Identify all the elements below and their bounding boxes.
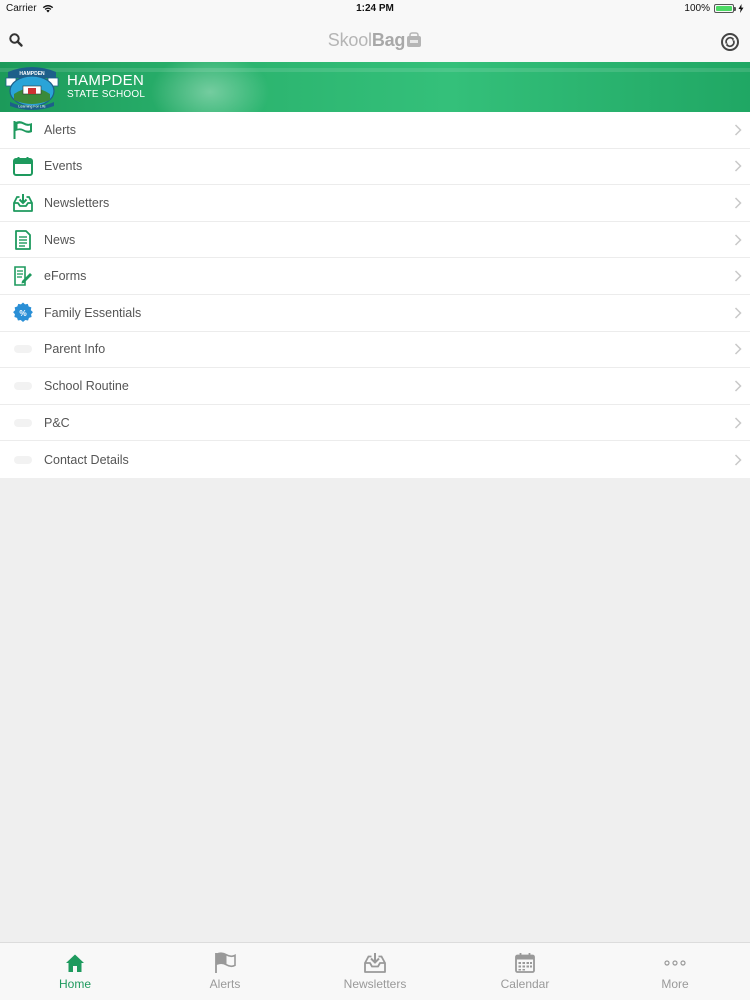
menu-item-family-essentials[interactable]: % Family Essentials <box>0 295 750 332</box>
brand-text-bag: Bag <box>371 30 406 50</box>
flag-icon <box>213 952 237 974</box>
nav-bar: SkoolBag <box>0 18 750 62</box>
menu-label: Events <box>44 159 83 174</box>
tab-label: Home <box>58 977 91 991</box>
tab-label: Newsletters <box>343 977 407 991</box>
flag-icon <box>12 119 34 141</box>
calendar-icon <box>12 155 34 177</box>
menu-label: Family Essentials <box>44 305 142 320</box>
chevron-right-icon <box>734 270 742 282</box>
bottom-tab-bar: Home Alerts Newsletters Calendar More <box>0 942 750 1000</box>
inbox-download-icon <box>12 192 34 214</box>
placeholder-icon <box>12 412 34 434</box>
menu-label: P&C <box>44 415 70 430</box>
placeholder-icon <box>12 375 34 397</box>
menu-item-p-and-c[interactable]: P&C <box>0 405 750 442</box>
skoolbag-logo: SkoolBag <box>0 30 750 51</box>
schoolbag-icon <box>407 32 422 47</box>
tab-home[interactable]: Home <box>0 943 150 1000</box>
menu-label: Contact Details <box>44 452 129 467</box>
menu-item-parent-info[interactable]: Parent Info <box>0 332 750 369</box>
menu-item-events[interactable]: Events <box>0 149 750 186</box>
app-screen: Carrier 1:24 PM 100% SkoolBag HAMPDEN Le… <box>0 0 750 1000</box>
battery-percent: 100% <box>684 3 710 14</box>
home-icon <box>63 952 87 974</box>
tab-more[interactable]: More <box>600 943 750 1000</box>
menu-item-newsletters[interactable]: Newsletters <box>0 185 750 222</box>
inbox-download-icon <box>363 952 387 974</box>
school-type: STATE SCHOOL <box>67 89 146 100</box>
placeholder-icon <box>12 449 34 471</box>
menu-label: Newsletters <box>44 195 110 210</box>
school-banner: HAMPDEN Learning For Life HAMPDEN STATE … <box>0 62 750 112</box>
tab-calendar[interactable]: Calendar <box>450 943 600 1000</box>
chevron-right-icon <box>734 343 742 355</box>
battery-fill <box>716 6 732 11</box>
tab-label: Alerts <box>209 977 241 991</box>
chevron-right-icon <box>734 124 742 136</box>
status-right: 100% <box>684 3 744 14</box>
chevron-right-icon <box>734 454 742 466</box>
percent-badge-icon: % <box>12 302 34 324</box>
banner-glow <box>150 62 270 112</box>
battery-icon <box>714 4 736 13</box>
chevron-right-icon <box>734 160 742 172</box>
menu-item-school-routine[interactable]: School Routine <box>0 368 750 405</box>
chevron-right-icon <box>734 234 742 246</box>
charging-bolt-icon <box>738 4 744 13</box>
chevron-right-icon <box>734 417 742 429</box>
menu-label: Parent Info <box>44 342 106 357</box>
tab-label: More <box>661 977 689 991</box>
document-icon <box>12 229 34 251</box>
menu-item-news[interactable]: News <box>0 222 750 259</box>
placeholder-icon <box>12 338 34 360</box>
status-time: 1:24 PM <box>356 3 394 14</box>
brand-text-skool: Skool <box>327 30 372 50</box>
refresh-icon[interactable] <box>720 32 740 52</box>
chevron-right-icon <box>734 380 742 392</box>
tab-alerts[interactable]: Alerts <box>150 943 300 1000</box>
menu-item-eforms[interactable]: eForms <box>0 258 750 295</box>
menu-label: School Routine <box>44 378 129 393</box>
form-edit-icon <box>12 265 34 287</box>
menu-label: Alerts <box>44 122 76 137</box>
tab-newsletters[interactable]: Newsletters <box>300 943 450 1000</box>
menu-item-alerts[interactable]: Alerts <box>0 112 750 149</box>
chevron-right-icon <box>734 197 742 209</box>
main-menu-list: Alerts Events Newsletters News eForms % … <box>0 112 750 478</box>
more-dots-icon <box>663 952 687 974</box>
school-crest-logo: HAMPDEN Learning For Life <box>5 67 59 110</box>
menu-label: News <box>44 232 76 247</box>
status-bar: Carrier 1:24 PM 100% <box>0 0 750 18</box>
menu-label: eForms <box>44 269 87 284</box>
chevron-right-icon <box>734 307 742 319</box>
tab-label: Calendar <box>500 977 550 991</box>
svg-text:%: % <box>19 309 27 318</box>
menu-item-contact-details[interactable]: Contact Details <box>0 441 750 478</box>
calendar-icon <box>513 952 537 974</box>
school-name: HAMPDEN <box>67 72 145 89</box>
crest-motto-text: Learning For Life <box>18 105 45 109</box>
